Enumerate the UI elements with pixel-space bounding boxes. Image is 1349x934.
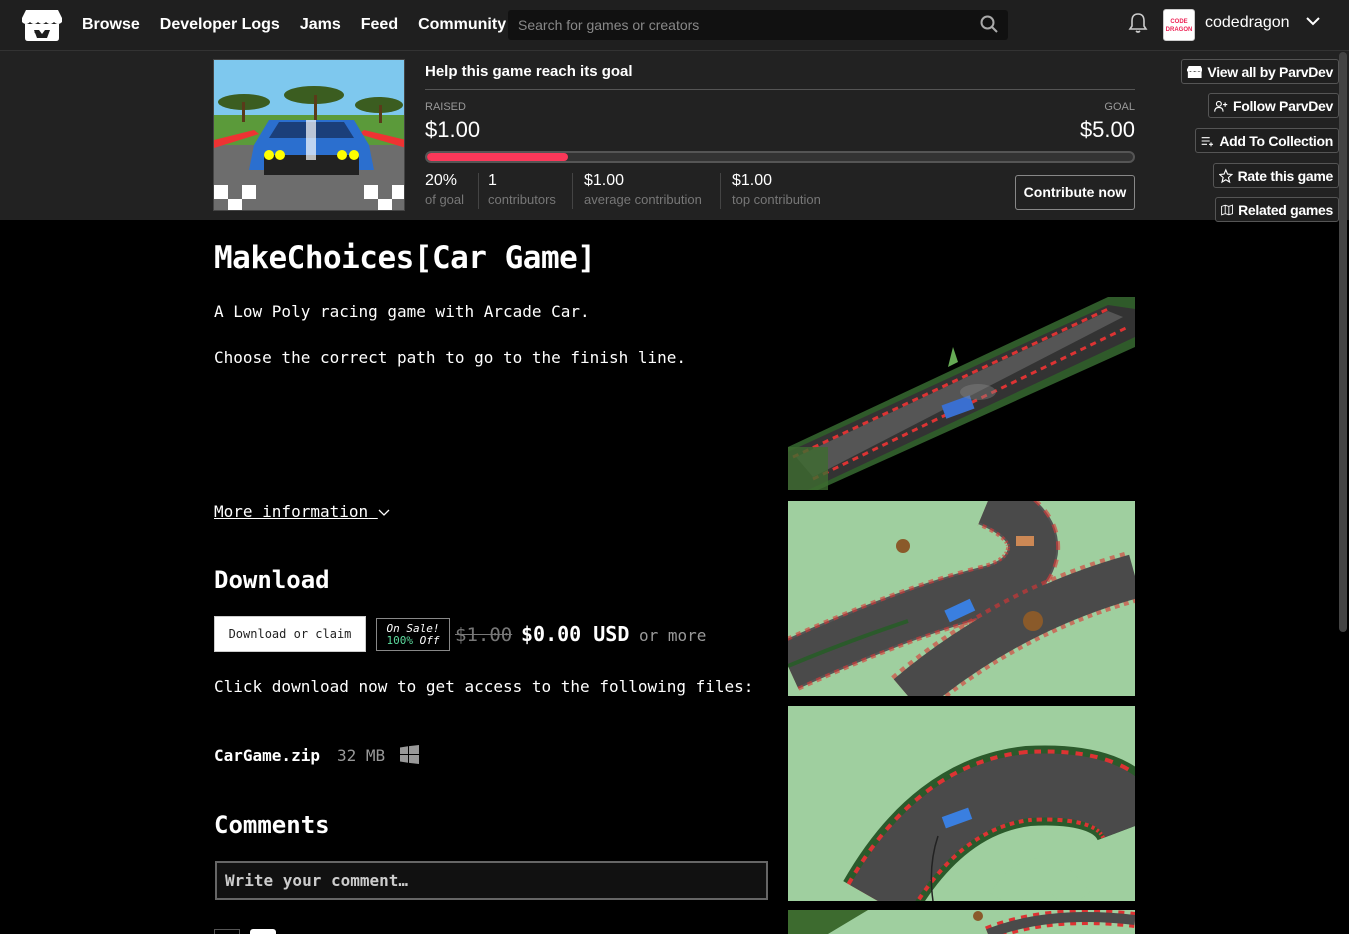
related-games-button[interactable]: Related games (1215, 197, 1339, 222)
nav-community[interactable]: Community (418, 16, 506, 34)
add-to-collection-button[interactable]: Add To Collection (1195, 128, 1339, 153)
follow-user-icon (1214, 100, 1228, 112)
screenshot-3[interactable] (788, 706, 1135, 901)
search-input[interactable] (508, 10, 978, 40)
windows-icon (400, 745, 419, 764)
file-name: CarGame.zip (214, 746, 320, 765)
follow-author-button[interactable]: Follow ParvDev (1208, 93, 1339, 118)
button-label: Add To Collection (1219, 132, 1333, 149)
stat-divider (572, 173, 573, 209)
user-avatar-small (250, 929, 276, 934)
original-price: $1.00 (455, 624, 513, 646)
button-label: Rate this game (1237, 167, 1334, 184)
sale-off: Off (419, 634, 440, 647)
stat-label: top contribution (732, 192, 821, 207)
raised-label: RAISED (425, 101, 466, 113)
file-size: 32 MB (337, 746, 386, 765)
main-nav: Browse Developer Logs Jams Feed Communit… (82, 0, 506, 50)
download-instructions: Click download now to get access to the … (214, 677, 754, 696)
stat-contributors: 1 contributors (488, 172, 556, 207)
screenshot-4[interactable] (788, 910, 1135, 934)
download-or-claim-button[interactable]: Download or claim (214, 616, 366, 652)
screenshot-image (788, 910, 1135, 934)
game-title: MakeChoices[Car Game] (214, 240, 596, 276)
sale-discount: 100% Off (377, 635, 449, 647)
nav-jams[interactable]: Jams (300, 16, 341, 34)
link-label: More information (214, 502, 369, 521)
comment-box (215, 861, 768, 900)
stat-average: $1.00 average contribution (584, 172, 702, 207)
username-label[interactable]: codedragon (1205, 14, 1290, 32)
screenshot-image (788, 297, 1135, 490)
screenshot-1[interactable] (788, 297, 1135, 490)
rate-game-button[interactable]: Rate this game (1213, 163, 1339, 188)
game-description-2: Choose the correct path to go to the fin… (214, 348, 687, 367)
fundraiser-panel: Help this game reach its goal RAISED $1.… (0, 51, 1349, 220)
comments-heading: Comments (214, 811, 330, 839)
star-icon (1219, 167, 1233, 183)
comment-input[interactable] (217, 863, 766, 898)
chevron-down-icon[interactable] (1305, 15, 1321, 27)
car-thumbnail-image (214, 60, 404, 210)
more-information-link[interactable]: More information (214, 502, 390, 521)
screenshot-image (788, 501, 1135, 696)
stat-label: contributors (488, 192, 556, 207)
search-icon[interactable] (980, 15, 998, 33)
goal-label: GOAL (1104, 101, 1135, 113)
nav-browse[interactable]: Browse (82, 16, 140, 34)
goal-value: $5.00 (1079, 117, 1135, 142)
button-label: View all by ParvDev (1207, 63, 1333, 80)
game-description-1: A Low Poly racing game with Arcade Car. (214, 302, 590, 321)
button-label: Related games (1238, 201, 1333, 218)
format-toolbar-button[interactable] (214, 929, 240, 934)
notification-bell-icon[interactable] (1128, 12, 1148, 34)
fundraiser-title: Help this game reach its goal (425, 63, 633, 80)
stat-value: 1 (488, 172, 497, 189)
screenshot-image (788, 706, 1135, 901)
contribute-now-button[interactable]: Contribute now (1015, 175, 1135, 210)
progress-bar (425, 151, 1135, 163)
stat-divider (720, 173, 721, 209)
stat-top: $1.00 top contribution (732, 172, 821, 207)
user-avatar[interactable]: CODE DRAGON (1163, 9, 1195, 41)
stat-percent: 20% of goal (425, 172, 464, 207)
map-icon (1221, 204, 1233, 215)
nav-feed[interactable]: Feed (361, 16, 398, 34)
screenshot-2[interactable] (788, 501, 1135, 696)
or-more-label: or more (639, 626, 707, 645)
add-list-icon (1201, 136, 1214, 146)
sale-badge: On Sale! 100% Off (376, 618, 450, 651)
button-label: Follow ParvDev (1232, 97, 1333, 114)
stat-value: 20% (425, 172, 458, 189)
scrollbar[interactable] (1339, 52, 1347, 632)
stat-value: $1.00 (732, 172, 773, 189)
divider (425, 89, 1135, 90)
stat-value: $1.00 (584, 172, 625, 189)
stat-label: of goal (425, 192, 465, 207)
top-navigation-bar: Browse Developer Logs Jams Feed Communit… (0, 0, 1349, 51)
view-all-by-author-button[interactable]: View all by ParvDev (1181, 59, 1339, 84)
chevron-down-icon (378, 509, 390, 516)
download-heading: Download (214, 566, 330, 594)
sale-percent: 100% (386, 634, 414, 647)
game-thumbnail[interactable] (213, 59, 405, 211)
raised-value: $1.00 (425, 117, 481, 142)
stat-divider (478, 173, 479, 209)
itchio-logo-icon[interactable] (22, 8, 62, 42)
search-bar (508, 10, 1008, 40)
itchio-icon (1187, 65, 1203, 78)
nav-developer-logs[interactable]: Developer Logs (160, 16, 280, 34)
progress-fill (427, 153, 569, 161)
sale-price: $0.00 USD (521, 622, 630, 646)
stat-label: average contribution (584, 192, 702, 207)
